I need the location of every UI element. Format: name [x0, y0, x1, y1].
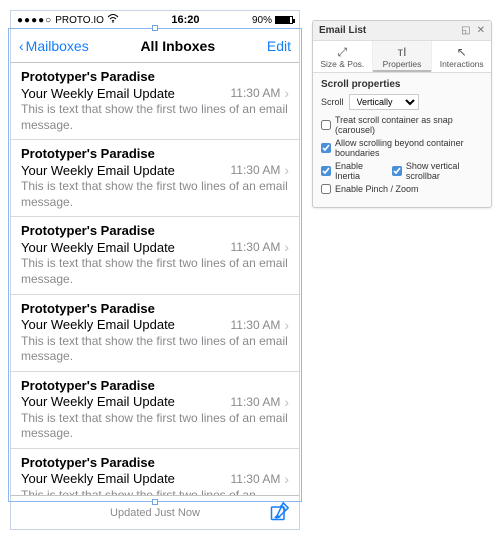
email-subject: Your Weekly Email Update	[21, 86, 175, 101]
wifi-icon	[107, 14, 119, 26]
section-heading: Scroll properties	[321, 79, 483, 90]
email-preview: This is text that show the first two lin…	[21, 102, 289, 133]
email-sender: Prototyper's Paradise	[21, 455, 289, 470]
chevron-right-icon: ›	[284, 394, 289, 410]
panel-header[interactable]: Email List ◱ ✕	[313, 21, 491, 41]
panel-body: Scroll properties Scroll Vertically Trea…	[313, 73, 491, 207]
checkbox-inertia-input[interactable]	[321, 166, 331, 176]
email-time: 11:30 AM	[231, 240, 281, 254]
tab-size-pos[interactable]: ⤢ Size & Pos.	[313, 41, 373, 72]
clock-time: 16:20	[171, 14, 199, 26]
edit-button[interactable]: Edit	[267, 38, 291, 54]
signal-dots-icon: ●●●●○	[17, 15, 52, 26]
checkbox-pinch-label: Enable Pinch / Zoom	[335, 184, 419, 194]
email-subject: Your Weekly Email Update	[21, 163, 175, 178]
email-time: 11:30 AM	[231, 395, 281, 409]
checkbox-snap[interactable]: Treat scroll container as snap (carousel…	[321, 115, 483, 135]
email-row[interactable]: Prototyper's Paradise Your Weekly Email U…	[11, 217, 299, 294]
tab-properties[interactable]: ᴛI Properties	[373, 41, 433, 72]
email-row[interactable]: Prototyper's ParadiseYour Weekly Email U…	[11, 449, 299, 495]
checkbox-scrollbar-label: Show vertical scrollbar	[406, 161, 483, 181]
email-list[interactable]: Prototyper's ParadiseYour Weekly Email U…	[11, 63, 299, 495]
properties-panel: Email List ◱ ✕ ⤢ Size & Pos. ᴛI Properti…	[312, 20, 492, 208]
tab-props-label: Properties	[383, 59, 422, 69]
email-time: 11:30 AM	[231, 318, 281, 332]
tab-interactions[interactable]: ↖ Interactions	[432, 41, 491, 72]
tab-inter-label: Interactions	[440, 59, 484, 69]
email-row[interactable]: Prototyper's Paradise Your Weekly Email U…	[11, 63, 299, 140]
email-time: 11:30 AM	[231, 472, 281, 486]
checkbox-beyond-input[interactable]	[321, 143, 331, 153]
chevron-right-icon: ›	[284, 162, 289, 178]
panel-tabs: ⤢ Size & Pos. ᴛI Properties ↖ Interactio…	[313, 41, 491, 73]
checkbox-beyond[interactable]: Allow scrolling beyond container boundar…	[321, 138, 483, 158]
checkbox-snap-input[interactable]	[321, 120, 331, 130]
checkbox-inertia-label: Enable Inertia	[335, 161, 382, 181]
email-sender: Prototyper's Paradise	[21, 301, 289, 316]
email-sender: Prototyper's Paradise	[21, 378, 289, 393]
chevron-right-icon: ›	[284, 317, 289, 333]
chevron-right-icon: ›	[284, 471, 289, 487]
email-row[interactable]: Prototyper's Paradise Your Weekly Email U…	[11, 140, 299, 217]
page-title: All Inboxes	[140, 38, 215, 54]
tab-size-label: Size & Pos.	[320, 59, 364, 69]
panel-popout-icon[interactable]: ◱	[461, 25, 470, 36]
nav-bar: ‹ Mailboxes All Inboxes Edit	[11, 29, 299, 63]
email-sender: Prototyper's Paradise	[21, 223, 289, 238]
checkbox-pinch-input[interactable]	[321, 184, 331, 194]
email-row[interactable]: Prototyper's ParadiseYour Weekly Email U…	[11, 372, 299, 449]
carrier-label: PROTO.IO	[55, 15, 104, 26]
battery-icon	[275, 16, 293, 24]
email-preview: This is text that show the first two lin…	[21, 411, 289, 442]
email-preview: This is text that show the first two lin…	[21, 256, 289, 287]
email-preview: This is text that show the first two lin…	[21, 179, 289, 210]
compose-icon	[269, 502, 289, 522]
checkbox-scrollbar-input[interactable]	[392, 166, 402, 176]
email-time: 11:30 AM	[231, 86, 281, 100]
phone-frame: ●●●●○ PROTO.IO 16:20 90% ‹ Mailboxes All…	[10, 10, 300, 530]
bottom-toolbar: Updated Just Now	[11, 495, 299, 529]
email-preview: This is text that show the first two lin…	[21, 334, 289, 365]
status-bar: ●●●●○ PROTO.IO 16:20 90%	[11, 11, 299, 29]
scroll-label: Scroll	[321, 97, 344, 107]
email-sender: Prototyper's Paradise	[21, 69, 289, 84]
checkbox-pinch[interactable]: Enable Pinch / Zoom	[321, 184, 483, 194]
email-subject: Your Weekly Email Update	[21, 240, 175, 255]
checkbox-snap-label: Treat scroll container as snap (carousel…	[335, 115, 483, 135]
text-icon: ᴛI	[375, 46, 430, 58]
checkbox-beyond-label: Allow scrolling beyond container boundar…	[335, 138, 483, 158]
compose-button[interactable]	[269, 502, 289, 527]
panel-title: Email List	[319, 25, 366, 36]
resize-icon: ⤢	[315, 46, 370, 58]
email-subject: Your Weekly Email Update	[21, 394, 175, 409]
updated-label: Updated Just Now	[110, 507, 200, 519]
panel-close-icon[interactable]: ✕	[477, 25, 485, 36]
chevron-right-icon: ›	[284, 239, 289, 255]
checkbox-inertia[interactable]: Enable Inertia	[321, 161, 382, 181]
chevron-right-icon: ›	[284, 85, 289, 101]
email-subject: Your Weekly Email Update	[21, 317, 175, 332]
back-button[interactable]: ‹ Mailboxes	[19, 38, 89, 54]
email-time: 11:30 AM	[231, 163, 281, 177]
email-subject: Your Weekly Email Update	[21, 471, 175, 486]
email-row[interactable]: Prototyper's ParadiseYour Weekly Email U…	[11, 295, 299, 372]
battery-percent: 90%	[252, 15, 272, 26]
email-sender: Prototyper's Paradise	[21, 146, 289, 161]
cursor-icon: ↖	[434, 46, 489, 58]
checkbox-scrollbar[interactable]: Show vertical scrollbar	[392, 161, 483, 181]
email-preview: This is text that show the first two lin…	[21, 488, 289, 495]
back-label: Mailboxes	[26, 38, 89, 54]
scroll-select[interactable]: Vertically	[349, 94, 419, 110]
chevron-left-icon: ‹	[19, 38, 24, 54]
